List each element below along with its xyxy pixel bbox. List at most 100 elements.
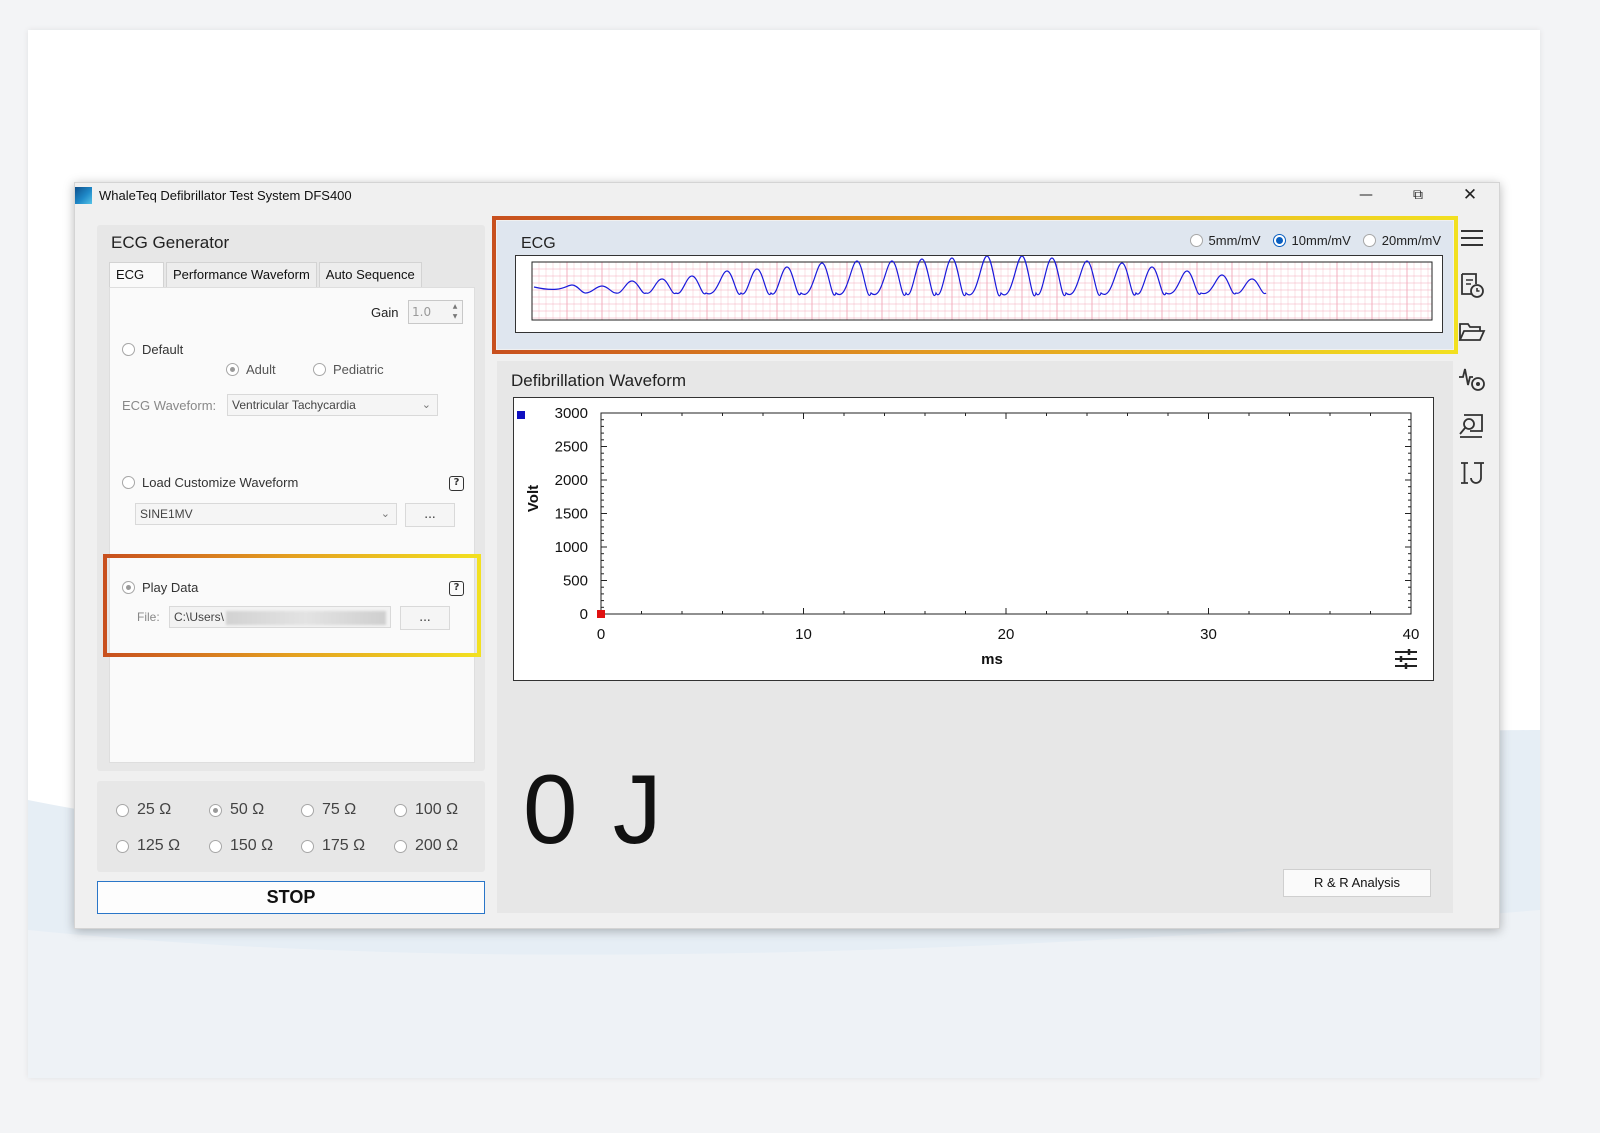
defibrillation-plot: 0 10 20 30 40 0 500 1000 1500 2000 2500 3000 ms Volt [517, 405, 1420, 669]
energy-unit: J [612, 754, 666, 864]
adult-label: Adult [246, 362, 276, 377]
imp-label-200: 200 Ω [415, 837, 459, 854]
ecg-waveform-value: Ventricular Tachycardia [232, 398, 356, 412]
y-axis-label: Volt [525, 485, 542, 512]
radio-50[interactable] [209, 803, 222, 817]
defibrillation-chart: 0 10 20 30 40 0 500 1000 1500 2000 2500 3000 ms Volt [513, 397, 1434, 681]
spin-up-icon[interactable]: ▲ [449, 302, 461, 312]
defibrillation-panel: Defibrillation Waveform 0 10 20 30 40 0 500 100… [497, 361, 1453, 913]
title-bar: WhaleTeq Defibrillator Test System DFS40… [75, 183, 1499, 207]
y-tick-label: 3000 [555, 405, 588, 422]
gain-spin-buttons[interactable]: ▲ ▼ [449, 302, 461, 322]
spin-down-icon[interactable]: ▼ [449, 312, 461, 322]
x-tick-label: 20 [998, 626, 1015, 643]
default-option[interactable]: Default [122, 342, 183, 357]
radio-75[interactable] [301, 803, 314, 817]
x-axis-label: ms [981, 651, 1003, 668]
gain-value: 1.0 [412, 305, 432, 319]
imp-label-50: 50 Ω [230, 801, 265, 818]
x-tick-label: 40 [1403, 626, 1420, 643]
impedance-150[interactable]: 150 Ω [209, 837, 273, 855]
imp-label-100: 100 Ω [415, 801, 459, 818]
energy-readout: 0 J [523, 753, 666, 866]
adult-radio[interactable] [226, 363, 239, 376]
impedance-75[interactable]: 75 Ω [301, 801, 356, 819]
impedance-125[interactable]: 125 Ω [116, 837, 180, 855]
radio-200[interactable] [394, 839, 407, 853]
legend-marker [517, 411, 525, 419]
impedance-25[interactable]: 25 Ω [116, 801, 171, 819]
impedance-175[interactable]: 175 Ω [301, 837, 365, 855]
radio-25[interactable] [116, 803, 129, 817]
y-tick-label: 2000 [555, 472, 588, 489]
ecg-waveform-select[interactable]: Ventricular Tachycardia ⌄ [227, 394, 438, 416]
impedance-50[interactable]: 50 Ω [209, 801, 264, 819]
minimize-button[interactable]: — [1343, 183, 1389, 207]
gain-stepper[interactable]: 1.0 ▲ ▼ [408, 300, 463, 324]
load-customize-help-icon[interactable]: ? [449, 476, 464, 491]
restore-button[interactable]: ⧉ [1395, 183, 1441, 207]
app-logo-icon [75, 186, 92, 204]
radio-150[interactable] [209, 839, 222, 853]
ecg-waveform-label: ECG Waveform: [122, 398, 217, 413]
report-clock-icon[interactable] [1457, 270, 1487, 300]
default-label: Default [142, 342, 184, 357]
imp-label-150: 150 Ω [230, 837, 274, 854]
defibrillation-title: Defibrillation Waveform [511, 371, 687, 390]
ecg-display-highlight [492, 216, 1458, 354]
pediatric-option[interactable]: Pediatric [313, 362, 384, 377]
chart-settings-icon[interactable] [1395, 649, 1417, 669]
radio-125[interactable] [116, 839, 129, 853]
stop-button[interactable]: STOP [97, 881, 485, 914]
report-search-icon[interactable] [1457, 411, 1487, 441]
plot-frame [600, 412, 1412, 615]
minimize-icon: — [1359, 187, 1373, 203]
pediatric-radio[interactable] [313, 363, 326, 376]
x-tick-label: 10 [795, 626, 812, 643]
custom-browse-button[interactable]: ... [405, 503, 455, 527]
y-tick-label: 0 [580, 606, 588, 623]
calibration-icon[interactable] [1457, 458, 1487, 488]
tab-performance-waveform[interactable]: Performance Waveform [166, 262, 317, 287]
chevron-down-icon: ⌄ [421, 399, 431, 411]
default-radio[interactable] [122, 343, 135, 356]
impedance-100[interactable]: 100 Ω [394, 801, 458, 819]
radio-100[interactable] [394, 803, 407, 817]
tab-ecg[interactable]: ECG [109, 262, 164, 287]
window-title: WhaleTeq Defibrillator Test System DFS40… [99, 187, 352, 203]
adult-option[interactable]: Adult [226, 362, 276, 377]
imp-label-75: 75 Ω [322, 801, 357, 818]
load-customize-label: Load Customize Waveform [142, 475, 299, 490]
radio-175[interactable] [301, 839, 314, 853]
rr-analysis-button[interactable]: R & R Analysis [1283, 869, 1431, 897]
x-tick-label: 30 [1200, 626, 1217, 643]
custom-waveform-select[interactable]: SINE1MV ⌄ [135, 503, 397, 525]
close-button[interactable]: ✕ [1447, 183, 1493, 207]
folder-open-icon[interactable] [1457, 317, 1487, 347]
gain-label: Gain [371, 305, 399, 320]
impedance-200[interactable]: 200 Ω [394, 837, 458, 855]
imp-label-175: 175 Ω [322, 837, 366, 854]
close-icon: ✕ [1462, 185, 1478, 205]
y-tick-label: 1500 [555, 506, 588, 523]
load-customize-radio[interactable] [122, 476, 135, 489]
restore-icon: ⧉ [1413, 187, 1423, 203]
menu-icon[interactable] [1457, 223, 1487, 253]
energy-value: 0 [523, 754, 582, 864]
waveform-settings-icon[interactable] [1457, 364, 1487, 394]
impedance-panel: 25 Ω 50 Ω 75 Ω 100 Ω 125 Ω 150 Ω 175 Ω 2… [97, 781, 485, 872]
chevron-down-icon: ⌄ [380, 508, 390, 520]
y-tick-label: 1000 [555, 539, 588, 556]
imp-label-25: 25 Ω [137, 801, 172, 818]
tab-auto-sequence[interactable]: Auto Sequence [318, 262, 422, 287]
imp-label-125: 125 Ω [137, 837, 181, 854]
play-data-highlight [103, 554, 481, 657]
load-customize-option[interactable]: Load Customize Waveform [122, 475, 298, 490]
y-tick-label: 2500 [555, 439, 588, 456]
app-window: WhaleTeq Defibrillator Test System DFS40… [74, 182, 1500, 929]
y-tick-label: 500 [563, 573, 588, 590]
ecg-tab-content: Gain 1.0 ▲ ▼ Default Adult Pediatric ECG … [109, 287, 475, 763]
x-tick-label: 0 [597, 626, 605, 643]
pediatric-label: Pediatric [333, 362, 384, 377]
side-toolbar [1457, 223, 1491, 505]
